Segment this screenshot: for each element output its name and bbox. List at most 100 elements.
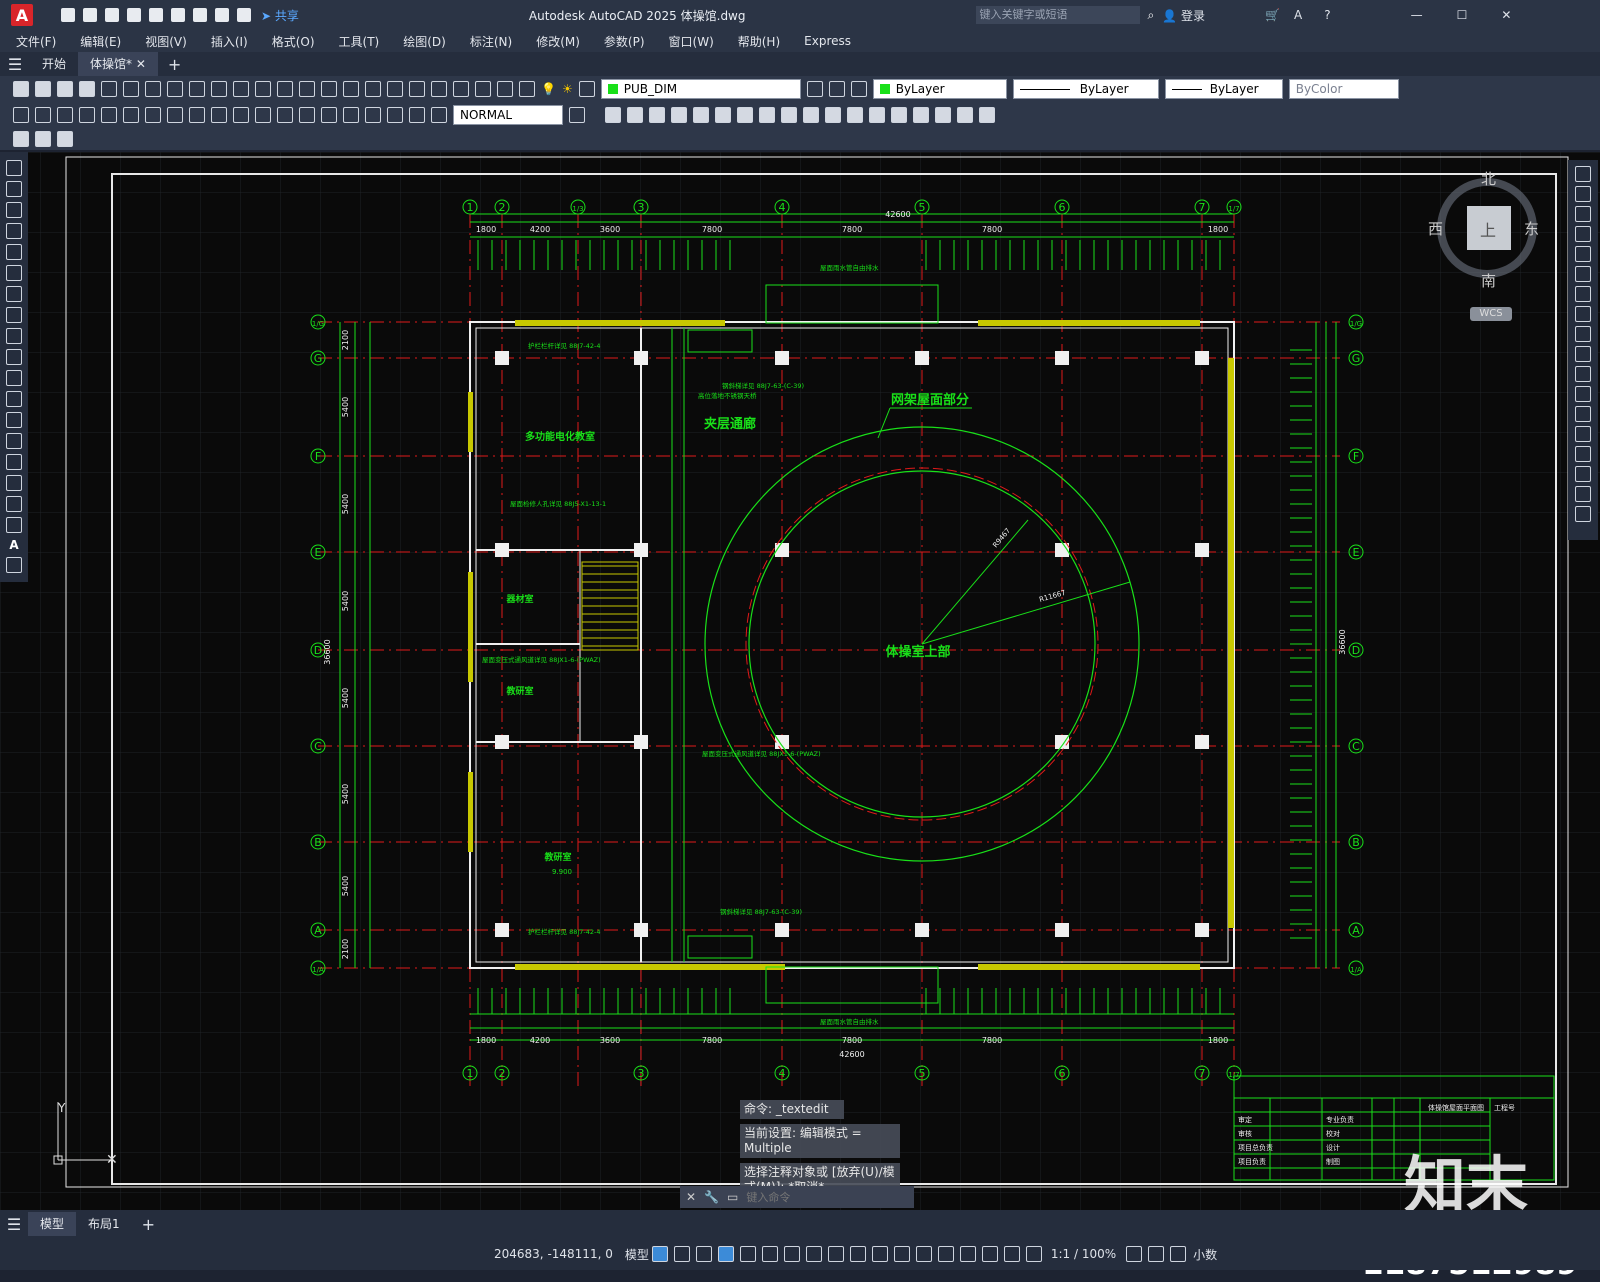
tab-start[interactable]: 开始 [30,52,78,76]
layer-tools-icon[interactable] [57,131,73,147]
setup-drawing-icon[interactable] [913,107,929,123]
arc-length-dim-icon[interactable] [57,107,73,123]
minimize-window-icon[interactable]: — [1411,8,1423,22]
grid-toggle-icon[interactable] [651,1246,668,1262]
close-window-icon[interactable]: ✕ [1501,8,1511,22]
construction-line-icon[interactable] [6,181,22,197]
make-block-icon[interactable] [6,412,22,428]
insert-block-icon[interactable] [6,391,22,407]
viewcube-top-face[interactable]: 上 [1480,217,1496,241]
union-icon[interactable] [737,107,753,123]
calculator-icon[interactable] [475,81,491,97]
search-input[interactable]: 键入关键字或短语 [975,6,1140,24]
annotation-visibility-icon[interactable] [1003,1246,1020,1262]
solid-torus-icon[interactable] [715,107,731,123]
publish-icon[interactable] [123,81,139,97]
close-tab-icon[interactable]: ✕ [136,57,146,71]
dim-update-icon[interactable] [431,107,447,123]
spline-icon[interactable] [6,328,22,344]
markup-icon[interactable] [453,81,469,97]
polyline-icon[interactable] [6,202,22,218]
zoom-window-icon[interactable] [321,81,337,97]
add-layout-icon[interactable]: + [132,1215,165,1234]
hamburger-menu-icon[interactable]: ☰ [0,55,30,74]
viewcube-south[interactable]: 南 [1481,270,1496,291]
setup-profile-icon[interactable] [957,107,973,123]
zoom-previous-icon[interactable] [343,81,359,97]
customize-command-icon[interactable]: 🔧 [704,1190,719,1204]
menu-file[interactable]: 文件(F) [0,33,68,50]
command-input[interactable] [744,1187,889,1207]
arc-icon[interactable] [6,265,22,281]
isometric-icon[interactable] [783,1246,800,1262]
layer-state-icon[interactable] [850,81,867,97]
workspace-gear-icon[interactable] [1126,1246,1143,1262]
layer-sun-icon[interactable]: ☀ [562,82,573,96]
menu-draw[interactable]: 绘图(D) [391,33,458,50]
open-icon[interactable] [83,8,97,22]
menu-view[interactable]: 视图(V) [133,33,199,50]
share-button[interactable]: ➤ 共享 [261,7,299,24]
extrude-icon[interactable] [803,107,819,123]
menu-express[interactable]: Express [792,34,863,48]
polar-tracking-icon[interactable] [761,1246,778,1262]
close-command-icon[interactable]: ✕ [686,1190,696,1204]
redo-icon[interactable] [237,8,251,22]
redo-icon[interactable] [255,81,271,97]
layer-dropdown[interactable]: PUB_DIM [600,79,801,99]
zoom-realtime-icon[interactable] [299,81,315,97]
paste-icon[interactable] [189,81,205,97]
tab-layout1[interactable]: 布局1 [76,1212,132,1236]
render-icon[interactable] [979,107,995,123]
baseline-dim-icon[interactable] [211,107,227,123]
viewcube-east[interactable]: 东 [1524,218,1539,239]
properties-icon[interactable] [365,81,381,97]
units-icon[interactable] [1170,1246,1187,1262]
dynamic-ucs-icon[interactable] [937,1246,954,1262]
save-as-icon[interactable] [127,8,141,22]
mirror-icon[interactable] [1575,206,1591,222]
login-button[interactable]: 👤 登录 [1162,7,1205,24]
insert-block-icon[interactable] [35,131,51,147]
solid-sphere-icon[interactable] [671,107,687,123]
save-icon[interactable] [57,81,73,97]
rotate-icon[interactable] [1575,286,1591,302]
open-icon[interactable] [35,81,51,97]
plotstyle-dropdown[interactable]: ByColor [1288,79,1399,99]
table-icon[interactable] [6,517,22,533]
new-tab-icon[interactable]: + [158,55,191,74]
tool-palettes-icon[interactable] [409,81,425,97]
subtract-icon[interactable] [759,107,775,123]
3d-osnap-icon[interactable] [915,1246,932,1262]
section-icon[interactable] [869,107,885,123]
viewcube[interactable]: 北 南 东 西 上 WCS [1428,170,1542,324]
plot-icon[interactable] [193,8,207,22]
layer-properties-icon[interactable] [519,81,535,97]
menu-parametric[interactable]: 参数(P) [592,33,657,50]
offset-icon[interactable] [1575,226,1591,242]
layout-menu-icon[interactable]: ☰ [0,1215,28,1234]
annotation-monitor-icon[interactable] [1148,1246,1165,1262]
match-properties-icon[interactable] [211,81,227,97]
selection-filter-icon[interactable] [959,1246,976,1262]
quick-dim-icon[interactable] [189,107,205,123]
break-icon[interactable] [1575,406,1591,422]
solid-box-icon[interactable] [605,107,621,123]
interfere-icon[interactable] [891,107,907,123]
join-icon[interactable] [1575,426,1591,442]
add-selected-icon[interactable] [6,557,22,573]
circle-icon[interactable] [6,286,22,302]
ellipse-arc-icon[interactable] [6,370,22,386]
polygon-icon[interactable] [6,223,22,239]
menu-modify[interactable]: 修改(M) [524,33,592,50]
object-snap-tracking-icon[interactable] [805,1246,822,1262]
solid-cylinder-icon[interactable] [693,107,709,123]
layer-lock-icon[interactable] [578,81,595,97]
slice-icon[interactable] [847,107,863,123]
model-space-toggle[interactable]: 模型 [625,1246,649,1263]
setup-view-icon[interactable] [935,107,951,123]
array-icon[interactable] [1575,246,1591,262]
plot-icon[interactable] [79,81,95,97]
units-dropdown[interactable]: 小数 [1193,1246,1217,1263]
tolerance-icon[interactable] [299,107,315,123]
